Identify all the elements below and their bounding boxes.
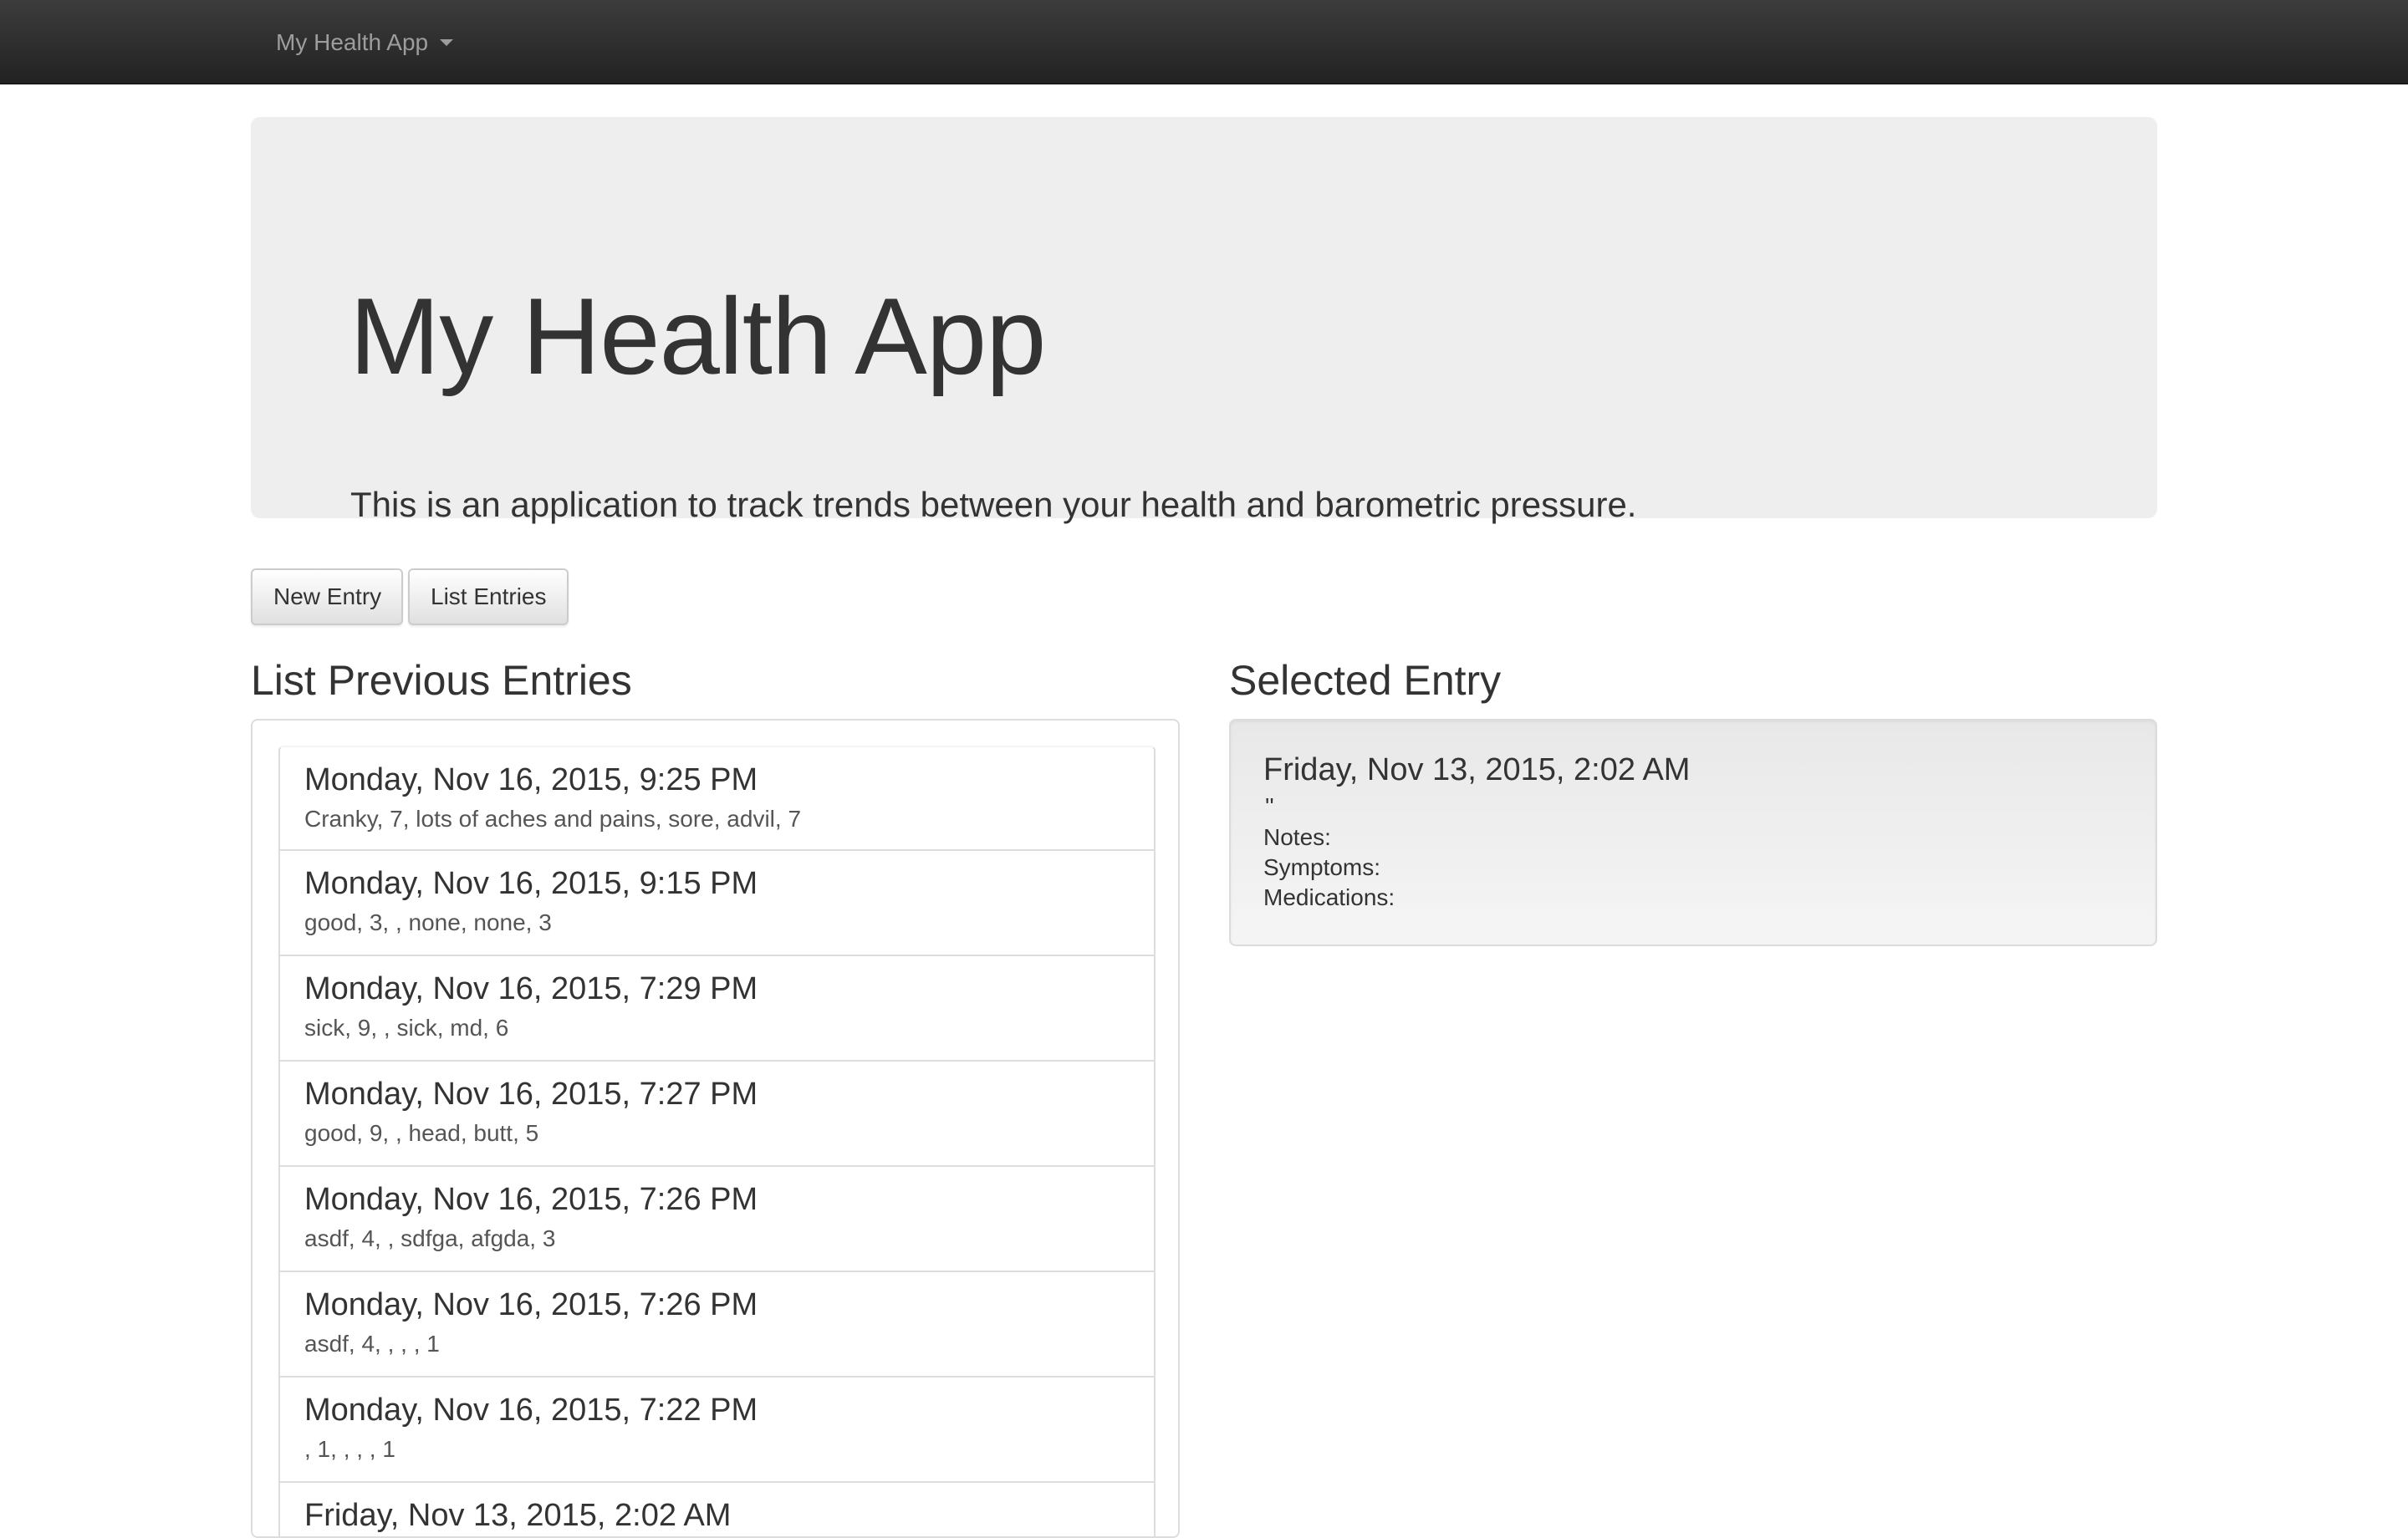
page-description: This is an application to track trends b… [350, 485, 1637, 524]
list-item[interactable]: Monday, Nov 16, 2015, 7:27 PM good, 9, ,… [278, 1062, 1156, 1167]
entry-summary: asdf, 4, , sdfga, afgda, 3 [304, 1225, 556, 1251]
entry-date: Monday, Nov 16, 2015, 7:29 PM [304, 971, 758, 1006]
entry-summary: sick, 9, , sick, md, 6 [304, 1015, 509, 1041]
page-title: My Health App [349, 275, 1046, 397]
entry-date: Monday, Nov 16, 2015, 7:27 PM [304, 1077, 758, 1112]
entry-summary: Cranky, 7, lots of aches and pains, sore… [304, 806, 802, 832]
selected-section-title: Selected Entry [1229, 657, 1502, 704]
navbar-brand-label: My Health App [276, 29, 429, 55]
selected-entry-notes-label: Notes: [1263, 824, 1331, 850]
top-navbar: My Health App [0, 0, 2408, 84]
list-item[interactable]: Friday, Nov 13, 2015, 2:02 AM [278, 1483, 1156, 1536]
entry-date: Monday, Nov 16, 2015, 9:15 PM [304, 866, 758, 901]
list-item[interactable]: Monday, Nov 16, 2015, 9:15 PM good, 3, ,… [278, 851, 1156, 956]
caret-down-icon [440, 39, 454, 46]
entry-date: Monday, Nov 16, 2015, 7:22 PM [304, 1393, 758, 1428]
entry-date: Monday, Nov 16, 2015, 7:26 PM [304, 1287, 758, 1322]
list-item[interactable]: Monday, Nov 16, 2015, 7:26 PM asdf, 4, ,… [278, 1167, 1156, 1272]
jumbotron: My Health App This is an application to … [251, 117, 2157, 524]
list-section-title: List Previous Entries [251, 657, 632, 704]
selected-entry-panel: Friday, Nov 13, 2015, 2:02 AM '' Notes: … [1229, 719, 2157, 946]
selected-entry-mood: '' [1265, 793, 1274, 819]
selected-entry-symptoms-label: Symptoms: [1263, 854, 1381, 880]
list-item[interactable]: Monday, Nov 16, 2015, 9:25 PM Cranky, 7,… [278, 746, 1156, 851]
list-entries-button[interactable]: List Entries [408, 568, 569, 625]
app-menu-dropdown[interactable]: My Health App [276, 27, 454, 59]
selected-entry-date: Friday, Nov 13, 2015, 2:02 AM [1263, 752, 1691, 787]
entry-date: Friday, Nov 13, 2015, 2:02 AM [304, 1498, 732, 1533]
entry-summary: asdf, 4, , , , 1 [304, 1331, 440, 1357]
entry-date: Monday, Nov 16, 2015, 7:26 PM [304, 1182, 758, 1217]
selected-entry-medications-label: Medications: [1263, 884, 1395, 910]
list-item[interactable]: Monday, Nov 16, 2015, 7:29 PM sick, 9, ,… [278, 956, 1156, 1062]
entries-list-panel: Monday, Nov 16, 2015, 9:25 PM Cranky, 7,… [251, 719, 1180, 1538]
entry-summary: good, 3, , none, none, 3 [304, 909, 552, 935]
list-item[interactable]: Monday, Nov 16, 2015, 7:26 PM asdf, 4, ,… [278, 1272, 1156, 1378]
entry-date: Monday, Nov 16, 2015, 9:25 PM [304, 762, 758, 797]
entries-list: Monday, Nov 16, 2015, 9:25 PM Cranky, 7,… [278, 746, 1156, 1536]
new-entry-button[interactable]: New Entry [251, 568, 403, 625]
entry-summary: good, 9, , head, butt, 5 [304, 1120, 539, 1146]
list-item[interactable]: Monday, Nov 16, 2015, 7:22 PM , 1, , , ,… [278, 1378, 1156, 1483]
entry-summary: , 1, , , , 1 [304, 1436, 395, 1462]
